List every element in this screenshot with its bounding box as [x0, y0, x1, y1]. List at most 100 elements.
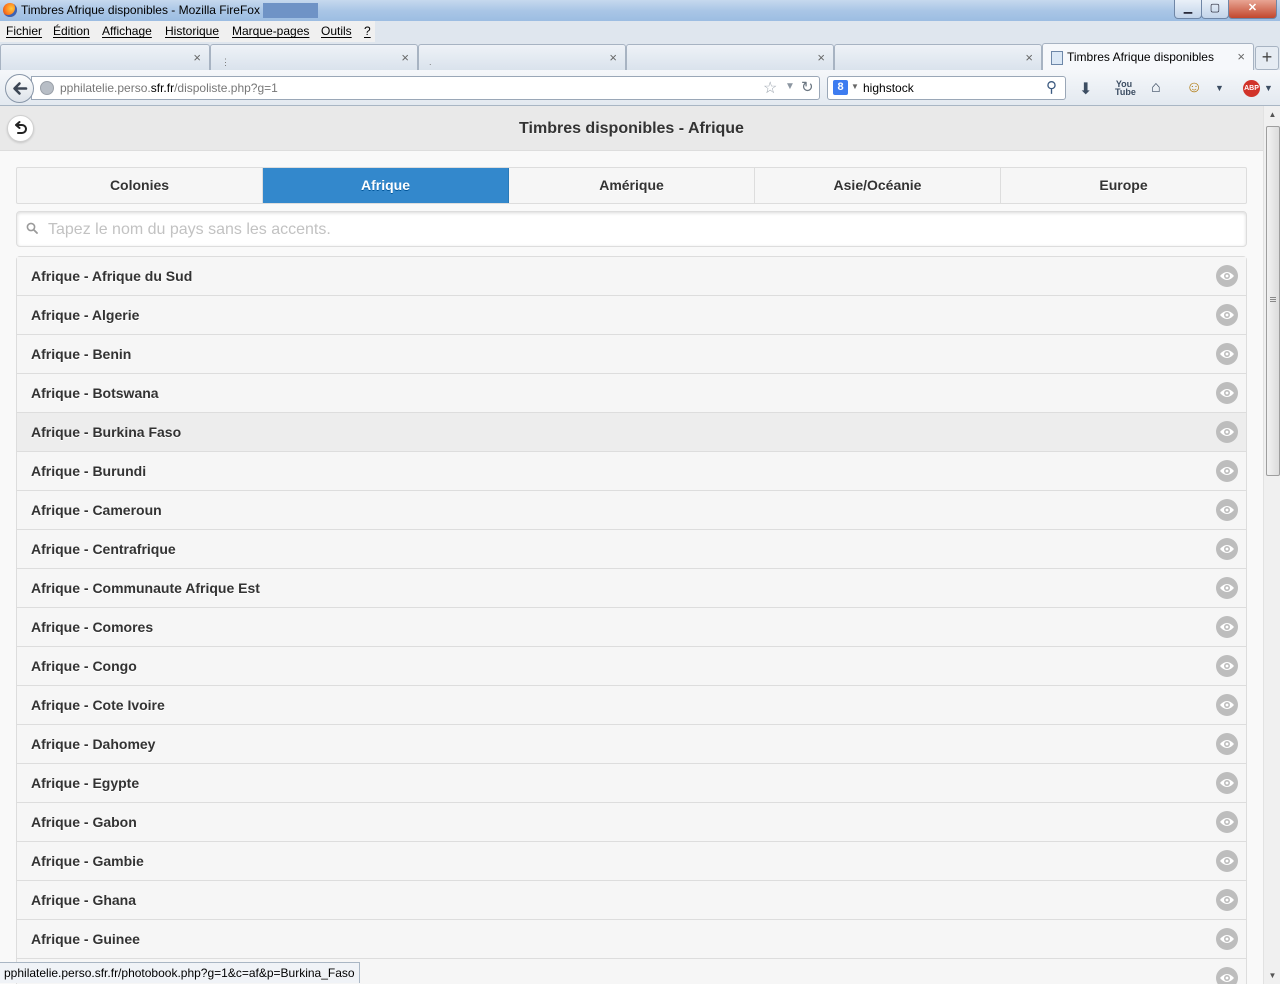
search-bar[interactable]: 8 ▼ highstock ⚲ [827, 76, 1066, 100]
tab-colonies[interactable]: Colonies [17, 168, 263, 203]
menu-edition[interactable]: Édition [53, 24, 90, 38]
url-bar[interactable]: pphilatelie.perso.sfr.fr/dispoliste.php?… [31, 76, 820, 100]
eye-icon[interactable] [1216, 889, 1238, 911]
list-item[interactable]: Afrique - Gabon [17, 803, 1246, 842]
list-item-label: Afrique - Gambie [31, 853, 144, 869]
eye-icon[interactable] [1216, 304, 1238, 326]
eye-icon[interactable] [1216, 655, 1238, 677]
list-item[interactable]: Afrique - Benin [17, 335, 1246, 374]
new-tab-button[interactable]: + [1255, 46, 1279, 70]
list-item[interactable]: Afrique - Cote Ivoire [17, 686, 1246, 725]
eye-icon[interactable] [1216, 499, 1238, 521]
menu-help[interactable]: ? [364, 24, 371, 38]
close-window-button[interactable]: ✕ [1228, 0, 1277, 19]
eye-icon[interactable] [1216, 538, 1238, 560]
eye-icon[interactable] [1216, 850, 1238, 872]
eye-icon[interactable] [1216, 460, 1238, 482]
browser-tab[interactable]: × [626, 44, 834, 71]
menu-dropdown-icon[interactable]: ▼ [1215, 83, 1224, 93]
list-item[interactable]: Afrique - Comores [17, 608, 1246, 647]
eye-icon[interactable] [1216, 577, 1238, 599]
tab-loading-icon: ⋮ [221, 57, 230, 67]
list-item-label: Afrique - Gabon [31, 814, 137, 830]
tab-asie-oceanie[interactable]: Asie/Océanie [755, 168, 1001, 203]
eye-icon[interactable] [1216, 694, 1238, 716]
bookmark-star-icon[interactable]: ☆ [763, 78, 777, 98]
tab-amerique[interactable]: Amérique [509, 168, 755, 203]
list-item[interactable]: Afrique - Burundi [17, 452, 1246, 491]
list-item[interactable]: Afrique - Gambie [17, 842, 1246, 881]
search-input[interactable] [46, 218, 1230, 242]
list-item[interactable]: Afrique - Afrique du Sud [17, 257, 1246, 296]
adblock-icon[interactable]: ABP [1243, 80, 1260, 97]
list-item-label: Afrique - Comores [31, 619, 154, 635]
greasemonkey-icon[interactable]: ☺ [1186, 79, 1202, 97]
tab-close-icon[interactable]: × [401, 50, 409, 65]
google-icon[interactable]: 8 [833, 80, 848, 95]
list-item[interactable]: Afrique - Algerie [17, 296, 1246, 335]
list-item[interactable]: Afrique - Burkina Faso [17, 413, 1246, 452]
list-item[interactable]: Afrique - Guinee [17, 920, 1246, 959]
list-item-label: Afrique - Ghana [31, 892, 137, 908]
list-item[interactable]: Afrique - Dahomey [17, 725, 1246, 764]
tab-close-icon[interactable]: × [609, 50, 617, 65]
browser-tab[interactable]: × [0, 44, 210, 71]
eye-icon[interactable] [1216, 967, 1238, 984]
eye-icon[interactable] [1216, 811, 1238, 833]
url-text[interactable]: pphilatelie.perso.sfr.fr/dispoliste.php?… [60, 81, 278, 95]
home-icon[interactable]: ⌂ [1151, 79, 1161, 97]
tab-close-icon[interactable]: × [1237, 49, 1245, 64]
download-icon[interactable]: ⬇ [1079, 79, 1092, 99]
menu-affichage[interactable]: Affichage [102, 24, 152, 38]
list-item[interactable]: Afrique - Centrafrique [17, 530, 1246, 569]
search-magnifier-icon[interactable]: ⚲ [1046, 78, 1057, 96]
browser-tab[interactable]: × [834, 44, 1042, 71]
list-item[interactable]: Afrique - Communaute Afrique Est [17, 569, 1246, 608]
menu-historique[interactable]: Historique [165, 24, 219, 38]
list-item[interactable]: Afrique - Egypte [17, 764, 1246, 803]
eye-icon[interactable] [1216, 343, 1238, 365]
tab-close-icon[interactable]: × [193, 50, 201, 65]
eye-icon[interactable] [1216, 616, 1238, 638]
browser-tab[interactable]: . × [418, 44, 626, 71]
list-item-label: Afrique - Burkina Faso [31, 424, 182, 440]
scroll-up-arrow-icon[interactable]: ▲ [1264, 106, 1280, 123]
youtube-icon[interactable]: You Tube [1115, 80, 1136, 97]
list-item[interactable]: Afrique - Congo [17, 647, 1246, 686]
search-engine-dropdown-icon[interactable]: ▼ [851, 82, 859, 91]
scroll-down-arrow-icon[interactable]: ▼ [1264, 967, 1280, 984]
back-button[interactable] [5, 74, 34, 103]
scroll-thumb[interactable] [1266, 126, 1280, 476]
url-history-dropdown-icon[interactable]: ▼ [785, 81, 795, 92]
vertical-scrollbar[interactable]: ▲ ▼ [1263, 106, 1280, 984]
tab-close-icon[interactable]: × [817, 50, 825, 65]
eye-icon[interactable] [1216, 772, 1238, 794]
list-item-label: Afrique - Congo [31, 658, 137, 674]
search-query[interactable]: highstock [863, 81, 914, 95]
list-item[interactable]: Afrique - Cameroun [17, 491, 1246, 530]
reload-icon[interactable]: ↻ [801, 78, 814, 96]
adblock-dropdown-icon[interactable]: ▼ [1264, 83, 1273, 93]
site-identity-icon[interactable] [40, 81, 54, 95]
browser-tab-active[interactable]: Timbres Afrique disponibles × [1042, 43, 1254, 72]
eye-icon[interactable] [1216, 733, 1238, 755]
list-item-label: Afrique - Dahomey [31, 736, 156, 752]
eye-icon[interactable] [1216, 382, 1238, 404]
list-item[interactable]: Afrique - Botswana [17, 374, 1246, 413]
list-item[interactable]: Afrique - Ghana [17, 881, 1246, 920]
tab-europe[interactable]: Europe [1001, 168, 1246, 203]
menu-fichier[interactable]: Fichier [6, 24, 42, 38]
tab-afrique[interactable]: Afrique [263, 168, 509, 203]
eye-icon[interactable] [1216, 265, 1238, 287]
eye-icon[interactable] [1216, 421, 1238, 443]
minimize-button[interactable]: ▁ [1174, 0, 1202, 19]
tab-close-icon[interactable]: × [1025, 50, 1033, 65]
menu-marque-pages[interactable]: Marque-pages [232, 24, 309, 38]
browser-tab[interactable]: ⋮ × [210, 44, 418, 71]
maximize-button[interactable]: ▢ [1201, 0, 1229, 19]
eye-icon[interactable] [1216, 928, 1238, 950]
region-navbar: Colonies Afrique Amérique Asie/Océanie E… [16, 167, 1247, 204]
menu-outils[interactable]: Outils [321, 24, 352, 38]
list-item-label: Afrique - Algerie [31, 307, 140, 323]
firefox-logo-icon [3, 3, 17, 17]
